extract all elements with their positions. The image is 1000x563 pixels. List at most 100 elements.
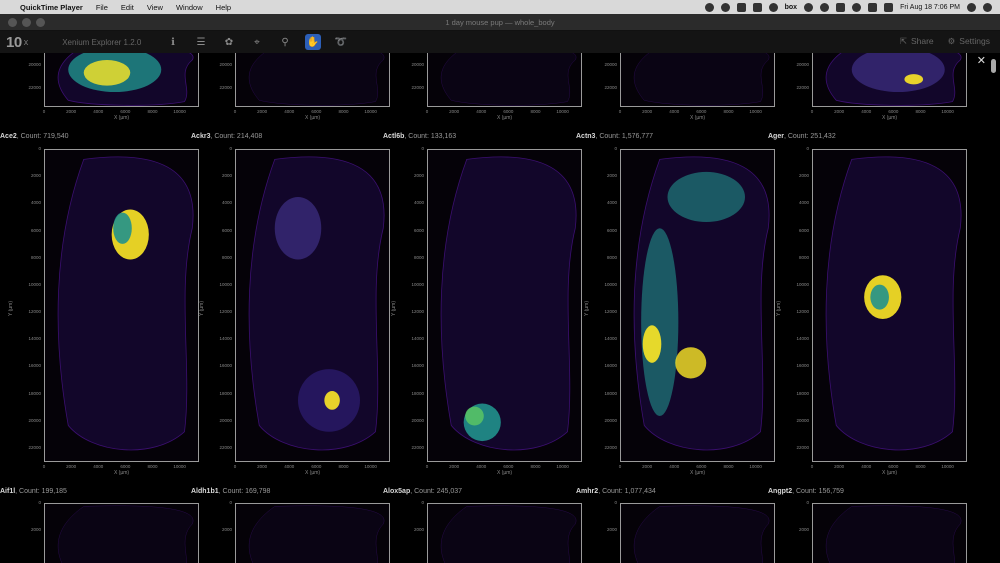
- vertical-scrollbar[interactable]: [991, 59, 996, 73]
- y-tick-label: 16000: [411, 363, 424, 369]
- window-title-bar: 1 day mouse pup — whole_body: [0, 14, 1000, 31]
- spatial-plot-frame[interactable]: [44, 53, 199, 107]
- menu-app-name[interactable]: QuickTime Player: [20, 3, 83, 12]
- x-tick-label: 10000: [556, 109, 569, 114]
- gene-name: Actn3: [576, 133, 596, 140]
- notification-center-icon[interactable]: [983, 2, 992, 12]
- x-tick-label: 2000: [449, 464, 460, 469]
- spatial-plot-frame[interactable]: [44, 503, 199, 563]
- gene-panel-label[interactable]: Actl6b, Count: 133,163: [383, 133, 456, 140]
- zoom-window-button[interactable]: [36, 18, 45, 27]
- y-tick-label: 0: [806, 500, 809, 505]
- x-tick-label: 6000: [696, 109, 707, 114]
- lasso-icon[interactable]: ➰: [333, 34, 349, 50]
- tissue-expression-image: [57, 156, 194, 451]
- gene-panel-label[interactable]: Actn3, Count: 1,576,777: [576, 133, 653, 140]
- y-tick-label: 22000: [219, 444, 232, 450]
- y-tick-label: 10000: [604, 281, 617, 287]
- minimize-window-button[interactable]: [22, 18, 31, 27]
- menu-help[interactable]: Help: [216, 3, 231, 12]
- y-tick-label: 22000: [219, 84, 232, 90]
- y-tick-label: 20000: [604, 417, 617, 423]
- status-icon[interactable]: [768, 2, 778, 12]
- tissue-expression-image: [633, 156, 770, 451]
- y-tick-label: 0: [614, 146, 617, 151]
- gene-plot-grid[interactable]: ✕ 20000 22000 0 2000 4000 6000 8000 10000 X (µm)…: [0, 53, 1000, 563]
- spatial-plot-frame[interactable]: [812, 53, 967, 107]
- settings-button[interactable]: ⚙ Settings: [948, 36, 990, 47]
- y-tick-label: 22000: [28, 444, 41, 450]
- gene-panel-label[interactable]: Aif1l, Count: 199,185: [0, 488, 67, 495]
- x-tick-label: 4000: [284, 464, 295, 469]
- gene-panel-label[interactable]: Ager, Count: 251,432: [768, 133, 836, 140]
- status-icon[interactable]: [704, 2, 714, 12]
- y-tick-label: 8000: [413, 254, 424, 260]
- close-icon[interactable]: ✕: [977, 54, 986, 67]
- search-icon[interactable]: [967, 2, 976, 12]
- spatial-plot-frame[interactable]: [427, 149, 582, 462]
- pan-hand-icon[interactable]: ✋: [305, 34, 321, 50]
- y-tick-label: 6000: [798, 227, 809, 233]
- gene-panel-label[interactable]: Angpt2, Count: 156,759: [768, 488, 844, 495]
- menu-window[interactable]: Window: [176, 3, 203, 12]
- sliders-icon[interactable]: ☰: [193, 34, 209, 50]
- clock-datetime[interactable]: Fri Aug 18 7:06 PM: [900, 4, 960, 11]
- gene-panel-label[interactable]: Ackr3, Count: 214,408: [191, 133, 262, 140]
- spatial-plot-frame[interactable]: [44, 149, 199, 462]
- menu-view[interactable]: View: [147, 3, 163, 12]
- status-icon[interactable]: [720, 2, 730, 12]
- y-tick-label: 16000: [28, 363, 41, 369]
- y-tick-label: 6000: [413, 227, 424, 233]
- y-tick-label: 0: [229, 500, 232, 505]
- status-icon[interactable]: [804, 2, 814, 12]
- x-axis-label: X (µm): [113, 470, 130, 476]
- x-tick-label: 0: [42, 109, 46, 114]
- spatial-plot-frame[interactable]: [620, 149, 775, 462]
- cell-segmentation-icon[interactable]: ✿: [221, 34, 237, 50]
- bluetooth-icon[interactable]: [836, 2, 846, 12]
- wifi-icon[interactable]: [852, 2, 862, 12]
- location-pin-icon[interactable]: ⚲: [277, 34, 293, 50]
- y-tick-label: 0: [38, 500, 41, 505]
- x-tick-label: 6000: [888, 464, 899, 469]
- y-tick-label: 8000: [606, 254, 617, 260]
- spatial-plot-frame[interactable]: [812, 149, 967, 462]
- spatial-plot-frame[interactable]: [427, 503, 582, 563]
- info-icon[interactable]: ℹ: [165, 34, 181, 50]
- spatial-plot-frame[interactable]: [235, 53, 390, 107]
- x-axis-label: X (µm): [881, 470, 898, 476]
- x-tick-label: 8000: [147, 464, 158, 469]
- y-tick-label: 8000: [221, 254, 232, 260]
- close-window-button[interactable]: [8, 18, 17, 27]
- y-tick-label: 14000: [796, 336, 809, 342]
- status-icon[interactable]: [736, 2, 746, 12]
- battery-icon[interactable]: [868, 2, 878, 12]
- menu-file[interactable]: File: [96, 3, 108, 12]
- menu-edit[interactable]: Edit: [121, 3, 134, 12]
- x-tick-label: 6000: [120, 464, 131, 469]
- gene-panel-label[interactable]: Amhr2, Count: 1,077,434: [576, 488, 656, 495]
- gene-panel-label[interactable]: Ace2, Count: 719,540: [0, 133, 69, 140]
- y-tick-label: 8000: [30, 254, 41, 260]
- status-icon[interactable]: [820, 2, 830, 12]
- spatial-plot-frame[interactable]: [812, 503, 967, 563]
- x-tick-label: 4000: [93, 109, 104, 114]
- box-status-label[interactable]: box: [785, 4, 797, 11]
- gene-panel-label[interactable]: Aldh1b1, Count: 169,798: [191, 488, 270, 495]
- x-tick-label: 10000: [364, 109, 377, 114]
- y-tick-label: 16000: [796, 363, 809, 369]
- x-tick-label: 4000: [93, 464, 104, 469]
- spatial-plot-frame[interactable]: [235, 149, 390, 462]
- spatial-plot-frame[interactable]: [620, 503, 775, 563]
- spatial-plot-frame[interactable]: [427, 53, 582, 107]
- transcript-pin-icon[interactable]: ⌖: [249, 34, 265, 50]
- gene-panel-label[interactable]: Alox5ap, Count: 245,037: [383, 488, 462, 495]
- spatial-plot-frame[interactable]: [235, 503, 390, 563]
- y-tick-label: 22000: [411, 444, 424, 450]
- status-icon[interactable]: [752, 2, 762, 12]
- share-button[interactable]: ⇱ Share: [900, 36, 934, 47]
- spatial-plot-frame[interactable]: [620, 53, 775, 107]
- x-tick-label: 2000: [834, 464, 845, 469]
- display-icon[interactable]: [884, 2, 894, 12]
- y-tick-label: 20000: [796, 417, 809, 423]
